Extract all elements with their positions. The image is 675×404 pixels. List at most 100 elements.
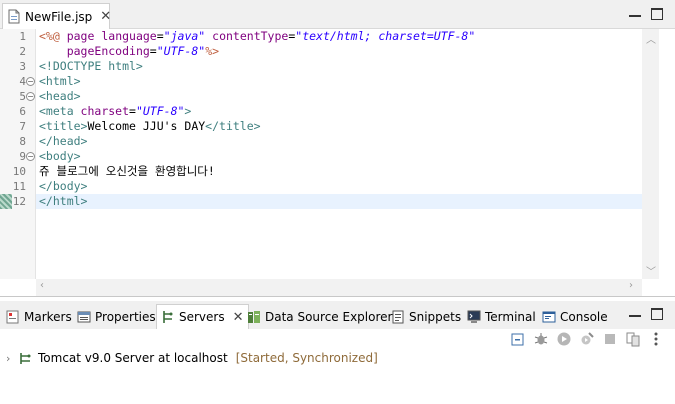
code-token: 쥬 블로그에 오신것을 환영합니다!	[39, 164, 215, 178]
servers-icon	[161, 310, 175, 324]
code-line[interactable]: <meta charset="UTF-8">	[36, 104, 642, 119]
code-token: %>	[205, 44, 220, 58]
line-number: 11	[12, 180, 26, 193]
code-line[interactable]: <title>Welcome JJU's DAY</title>	[36, 119, 642, 134]
line-number: 12	[12, 195, 26, 208]
tab-terminal[interactable]: Terminal	[463, 304, 540, 329]
profile-server-icon[interactable]	[579, 331, 595, 347]
tab-label: Data Source Explorer	[265, 309, 393, 324]
code-area[interactable]: <%@ page language="java" contentType="te…	[36, 29, 642, 279]
code-line[interactable]: </head>	[36, 134, 642, 149]
start-server-icon[interactable]	[556, 331, 572, 347]
data-source-explorer-icon	[247, 310, 261, 324]
close-icon[interactable]: ✕	[233, 310, 244, 325]
minimize-icon[interactable]	[629, 8, 641, 17]
collapse-all-icon[interactable]	[510, 331, 526, 347]
editor-tab-newfile[interactable]: NewFile.jsp ✕	[2, 3, 111, 29]
publish-icon[interactable]	[625, 331, 641, 347]
code-token: =	[149, 44, 157, 58]
horizontal-scrollbar[interactable]: ‹ ›	[36, 279, 642, 296]
line-number-gutter: 1 2 3 4−5−6 7 8 9−10 11 12	[0, 29, 36, 279]
server-row[interactable]: › Tomcat v9.0 Server at localhost [Start…	[6, 350, 378, 366]
maximize-icon[interactable]	[651, 308, 663, 320]
jsp-file-icon	[8, 9, 20, 24]
code-line[interactable]: <%@ page language="java" contentType="te…	[36, 29, 642, 44]
tab-snippets[interactable]: Snippets	[387, 304, 465, 329]
tab-servers[interactable]: Servers ✕	[156, 304, 249, 329]
fold-toggle-icon[interactable]: −	[26, 77, 35, 86]
code-token: "UTF-8"	[135, 104, 185, 118]
line-number: 7	[19, 120, 26, 133]
line-number: 6	[19, 105, 26, 118]
views-tab-bar: Markers Properties Servers ✕ Data Source…	[0, 301, 675, 329]
code-token: "UTF-8"	[156, 44, 206, 58]
servers-toolbar	[510, 331, 664, 347]
code-token: charset	[80, 104, 130, 118]
line-number: 10	[12, 165, 26, 178]
code-line[interactable]: <body>	[36, 149, 642, 164]
line-number: 3	[19, 60, 26, 73]
fold-toggle-icon[interactable]: −	[26, 152, 35, 161]
minimize-icon[interactable]	[629, 308, 641, 317]
line-number: 4	[19, 75, 26, 88]
servers-tree: › Tomcat v9.0 Server at localhost [Start…	[0, 347, 675, 404]
view-menu-icon[interactable]	[648, 331, 664, 347]
tab-label: Console	[560, 309, 608, 324]
server-icon	[19, 351, 33, 365]
code-line[interactable]: <head>	[36, 89, 642, 104]
code-token: Welcome JJU's DAY	[87, 119, 206, 133]
code-token: pageEncoding	[66, 44, 150, 58]
maximize-icon[interactable]	[651, 8, 663, 20]
code-token: <%@	[39, 29, 67, 43]
tab-properties[interactable]: Properties	[73, 304, 160, 329]
line-number: 5	[19, 90, 26, 103]
vertical-scrollbar[interactable]: ︿ ﹀	[642, 29, 659, 279]
code-token: >	[184, 104, 192, 118]
chevron-left-icon[interactable]: ‹	[40, 280, 44, 291]
stop-server-icon[interactable]	[602, 331, 618, 347]
code-line[interactable]: 쥬 블로그에 오신것을 환영합니다!	[36, 164, 642, 179]
editor-tab-label: NewFile.jsp	[25, 9, 93, 24]
server-name: Tomcat v9.0 Server at localhost	[38, 351, 228, 365]
tab-console[interactable]: Console	[538, 304, 612, 329]
code-line[interactable]: <html>	[36, 74, 642, 89]
line-number: 9	[19, 150, 26, 163]
chevron-right-icon[interactable]: ›	[6, 352, 14, 365]
code-token: </html>	[39, 194, 88, 208]
chevron-up-icon[interactable]: ︿	[646, 31, 656, 46]
code-line[interactable]: </html>	[36, 194, 642, 209]
line-number: 8	[19, 135, 26, 148]
console-icon	[542, 310, 556, 324]
snippets-icon	[391, 310, 405, 324]
code-line[interactable]: <!DOCTYPE html>	[36, 59, 642, 74]
code-token: <html>	[39, 74, 81, 88]
code-token: =	[129, 104, 136, 118]
tab-label: Terminal	[485, 309, 536, 324]
code-token: </body>	[39, 179, 88, 193]
tab-label: Properties	[95, 309, 156, 324]
code-token: <body>	[39, 149, 81, 163]
code-token: </head>	[39, 134, 88, 148]
chevron-down-icon[interactable]: ﹀	[646, 263, 656, 278]
markers-icon	[6, 310, 20, 324]
code-line[interactable]: pageEncoding="UTF-8"%>	[36, 44, 642, 59]
line-number: 1	[19, 30, 26, 43]
tab-data-source-explorer[interactable]: Data Source Explorer	[243, 304, 396, 329]
chevron-right-icon[interactable]: ›	[629, 280, 633, 291]
code-token: <meta	[39, 104, 81, 118]
debug-server-icon[interactable]	[533, 331, 549, 347]
tab-label: Servers	[179, 310, 225, 324]
properties-icon	[77, 310, 91, 324]
server-status: [Started, Synchronized]	[235, 351, 378, 365]
line-number: 2	[19, 45, 26, 58]
editor-tab-bar: NewFile.jsp ✕	[0, 0, 675, 29]
code-editor[interactable]: 1 2 3 4−5−6 7 8 9−10 11 12 <%@ page language="ja…	[0, 29, 675, 297]
tab-markers[interactable]: Markers	[2, 304, 76, 329]
code-line[interactable]: </body>	[36, 179, 642, 194]
close-icon[interactable]: ✕	[100, 9, 111, 24]
code-token: </title>	[205, 119, 261, 133]
fold-toggle-icon[interactable]: −	[26, 92, 35, 101]
code-token: =	[156, 29, 164, 43]
code-token: "text/html; charset=UTF-8"	[295, 29, 476, 43]
